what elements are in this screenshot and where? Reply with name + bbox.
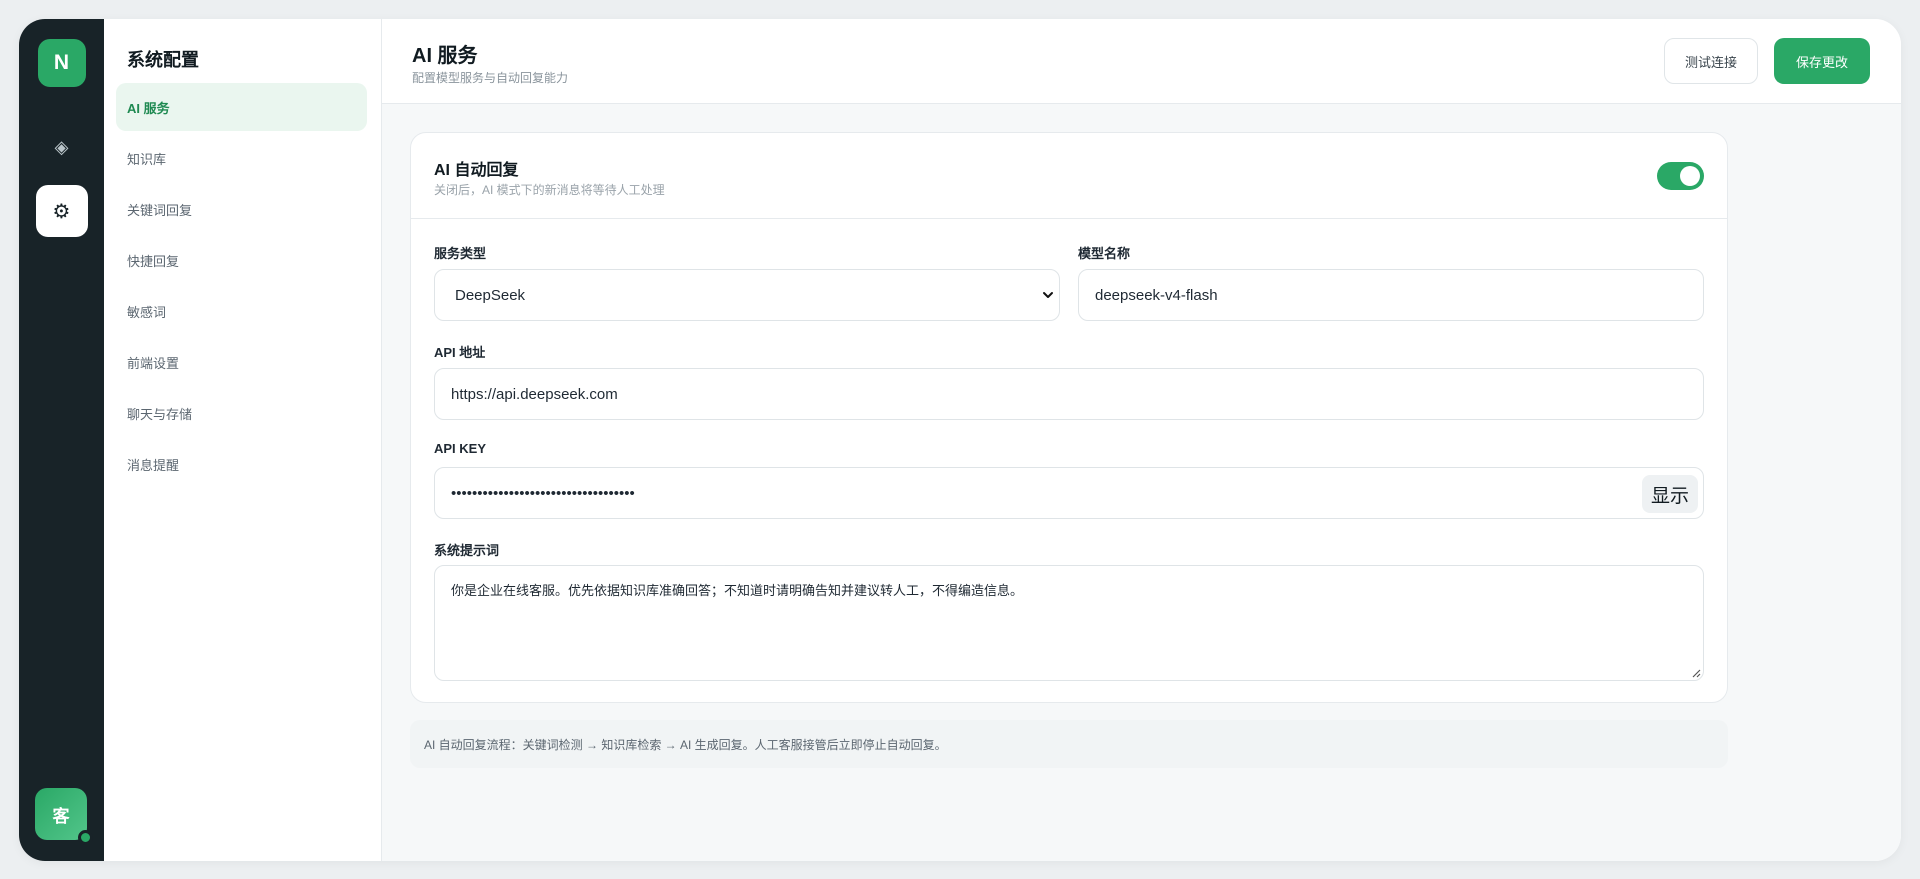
chevron-down-icon	[1043, 292, 1053, 298]
api-url-input[interactable]: https://api.deepseek.com	[434, 368, 1704, 420]
sidebar-title: 系统配置	[127, 50, 199, 70]
sidebar-item-knowledge-base[interactable]: 知识库	[116, 134, 367, 182]
system-prompt-label: 系统提示词	[434, 543, 500, 558]
api-url-value: https://api.deepseek.com	[451, 385, 618, 403]
sidebar-item-sensitive-words[interactable]: 敏感词	[116, 287, 367, 335]
api-key-input[interactable]: ••••••••••••••••••••••••••••••••••• 显示	[434, 467, 1704, 519]
card-description: 关闭后，AI 模式下的新消息将等待人工处理	[434, 183, 665, 197]
auto-reply-toggle[interactable]	[1657, 162, 1704, 190]
show-key-button[interactable]: 显示	[1642, 475, 1698, 513]
sidebar-item-frontend-settings[interactable]: 前端设置	[116, 338, 367, 386]
sidebar-item-quick-reply[interactable]: 快捷回复	[116, 236, 367, 284]
test-connection-button[interactable]: 测试连接	[1664, 38, 1758, 84]
app-window: N ◈ ⚙ 客 系统配置 AI 服务 知识库 关键词回复 快捷回复 敏感词 前端…	[19, 19, 1901, 861]
card-title: AI 自动回复	[434, 162, 519, 179]
sidebar-item-keyword-reply[interactable]: 关键词回复	[116, 185, 367, 233]
api-key-value: •••••••••••••••••••••••••••••••••••	[451, 484, 635, 502]
page-title: AI 服务	[412, 45, 478, 67]
ai-service-card: AI 自动回复 关闭后，AI 模式下的新消息将等待人工处理 服务类型 DeepS…	[410, 132, 1728, 703]
sidebar-item-message-alerts[interactable]: 消息提醒	[116, 440, 367, 488]
user-avatar-label: 客	[52, 806, 70, 826]
service-type-value: DeepSeek	[455, 286, 526, 304]
online-status-dot	[78, 830, 93, 845]
sidebar-item-chat-storage[interactable]: 聊天与存储	[116, 389, 367, 437]
system-prompt-textarea[interactable]: 你是企业在线客服。优先依据知识库准确回答；不知道时请明确告知并建议转人工，不得编…	[434, 565, 1704, 681]
sidebar-menu: AI 服务 知识库 关键词回复 快捷回复 敏感词 前端设置 聊天与存储 消息提醒	[116, 83, 367, 488]
icon-rail: N ◈ ⚙ 客	[19, 19, 104, 861]
model-name-input[interactable]: deepseek-v4-flash	[1078, 269, 1704, 321]
service-type-select[interactable]: DeepSeek	[434, 269, 1060, 321]
card-header: AI 自动回复 关闭后，AI 模式下的新消息将等待人工处理	[411, 133, 1727, 219]
brand-logo: N	[37, 39, 86, 87]
api-key-label: API KEY	[434, 441, 487, 456]
model-name-label: 模型名称	[1078, 246, 1131, 261]
diamond-icon[interactable]: ◈	[36, 121, 88, 173]
page-subtitle: 配置模型服务与自动回复能力	[412, 71, 569, 85]
model-name-value: deepseek-v4-flash	[1095, 286, 1218, 304]
user-avatar[interactable]: 客	[35, 788, 93, 845]
settings-gear-icon[interactable]: ⚙	[35, 185, 88, 237]
save-changes-button[interactable]: 保存更改	[1774, 38, 1870, 84]
page-header: AI 服务 配置模型服务与自动回复能力 测试连接 保存更改	[382, 19, 1901, 104]
main-content: AI 服务 配置模型服务与自动回复能力 测试连接 保存更改 AI 自动回复 关闭…	[382, 19, 1901, 861]
service-type-label: 服务类型	[434, 246, 487, 261]
resize-handle-icon[interactable]	[1690, 667, 1701, 678]
api-url-label: API 地址	[434, 345, 486, 360]
workflow-note: AI 自动回复流程：关键词检测 → 知识库检索 → AI 生成回复。人工客服接管…	[410, 720, 1728, 768]
settings-sidebar: 系统配置 AI 服务 知识库 关键词回复 快捷回复 敏感词 前端设置 聊天与存储…	[104, 19, 382, 861]
toggle-knob	[1680, 166, 1700, 186]
sidebar-item-ai-service[interactable]: AI 服务	[116, 83, 367, 131]
system-prompt-value: 你是企业在线客服。优先依据知识库准确回答；不知道时请明确告知并建议转人工，不得编…	[451, 583, 1024, 598]
